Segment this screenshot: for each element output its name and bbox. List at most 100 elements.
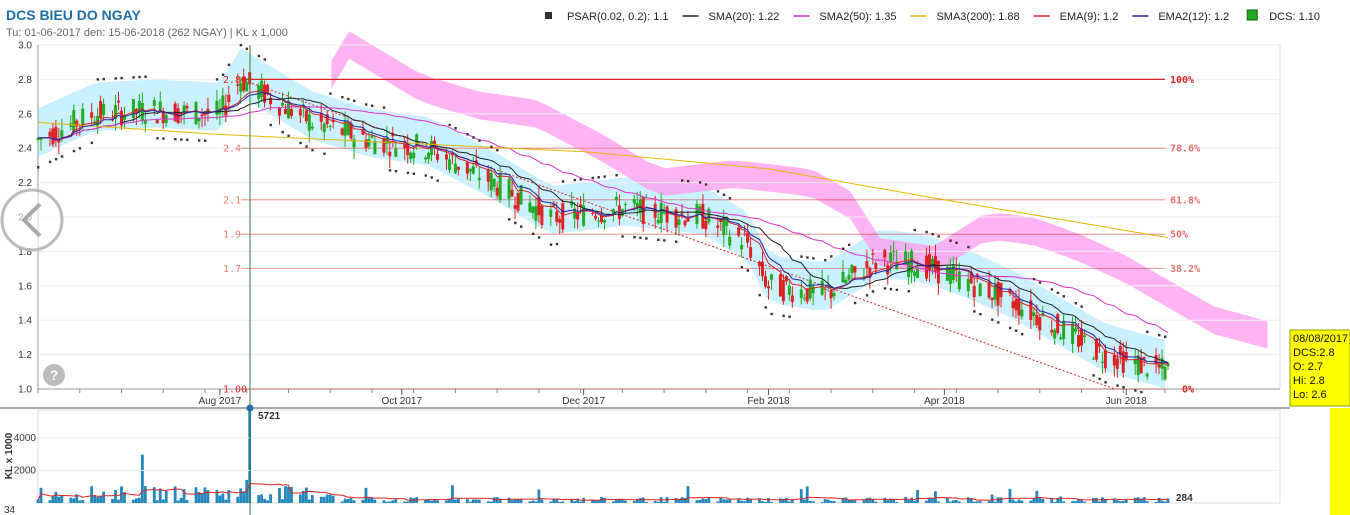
volume-bar	[707, 497, 711, 503]
psar-dot	[364, 103, 368, 106]
previous-button[interactable]	[0, 188, 64, 252]
volume-bar	[507, 497, 511, 503]
volume-bar	[853, 500, 857, 503]
psar-dot	[239, 44, 243, 47]
candle-body	[99, 100, 103, 119]
volume-bar	[287, 486, 290, 503]
price-tick-label: 2.6	[18, 109, 32, 120]
volume-bar	[895, 502, 899, 503]
candle-body	[850, 265, 854, 274]
psar-dot	[353, 99, 356, 103]
chart-title: DCS BIEU DO NGAY	[6, 7, 142, 23]
volume-bar	[555, 499, 559, 503]
volume-bar	[561, 501, 565, 503]
psar-dot	[102, 77, 105, 81]
help-button[interactable]: ?	[43, 364, 65, 386]
volume-bar	[445, 500, 448, 503]
psar-dot	[186, 138, 189, 141]
volume-bar	[1092, 498, 1095, 503]
candle-body	[1014, 299, 1018, 311]
candle-body	[75, 120, 79, 127]
price-tick-label: 1.4	[18, 316, 32, 327]
psar-dot	[782, 314, 785, 317]
volume-bar	[862, 500, 866, 503]
volume-bar	[999, 497, 1003, 503]
volume-bar	[644, 501, 648, 503]
volume-bar	[134, 498, 138, 503]
candle-body	[656, 219, 660, 224]
price-tick-label: 3.0	[18, 41, 32, 52]
volume-bar	[632, 500, 636, 503]
candle-body	[453, 163, 457, 174]
previous-button-ring[interactable]	[0, 188, 64, 252]
fib-ratio-label: 50%	[1170, 230, 1188, 241]
volume-bar	[111, 498, 114, 503]
volume-bar	[364, 487, 368, 503]
psar-dot	[788, 315, 791, 318]
volume-bar	[373, 499, 377, 503]
psar-dot	[1134, 389, 1137, 392]
psar-dot	[287, 134, 290, 137]
psar-dot	[1116, 384, 1119, 387]
candle-body	[283, 108, 287, 114]
psar-dot	[466, 133, 469, 136]
psar-dot	[120, 76, 123, 80]
legend-swatch-6	[1246, 9, 1258, 21]
volume-bar	[1020, 500, 1024, 503]
psar-dot	[496, 149, 499, 152]
candle-body	[844, 279, 848, 284]
volume-bar	[278, 487, 281, 503]
volume-bar	[218, 495, 222, 503]
candle-body	[239, 83, 243, 92]
volume-bar	[886, 500, 890, 503]
psar-dot	[203, 139, 207, 142]
volume-bar	[200, 493, 204, 503]
psar-dot	[347, 97, 350, 101]
volume-bar	[579, 501, 583, 503]
psar-dot	[531, 232, 535, 236]
volume-bar	[826, 499, 830, 503]
candle-body	[307, 114, 311, 131]
volume-bar	[641, 497, 645, 503]
candle-body	[737, 227, 741, 236]
volume-bar	[931, 498, 934, 503]
psar-dot	[412, 172, 416, 175]
candle-body	[743, 233, 747, 235]
candle-body	[1011, 301, 1015, 309]
psar-dot	[490, 145, 493, 149]
candle-body	[510, 189, 514, 197]
fib-ratio-label: 0%	[1182, 385, 1194, 396]
crosshair-marker	[246, 404, 254, 412]
candle-body	[531, 206, 535, 213]
stock-chart: DCS BIEU DO NGAY Tu: 01-06-2017 den: 15-…	[0, 7, 1350, 515]
volume-bar	[194, 487, 198, 503]
candle-body	[990, 297, 994, 301]
psar-dot	[1104, 381, 1107, 384]
psar-dot	[132, 76, 135, 79]
fib-value-label: 1.9	[223, 230, 241, 241]
candle-body	[465, 162, 469, 174]
volume-bar	[1136, 497, 1140, 503]
volume-bar	[328, 494, 332, 503]
date-tick-label: Dec 2017	[562, 396, 605, 407]
volume-bar	[489, 501, 493, 503]
volume-panel: 284 2000 4000KL x 1000 34	[0, 407, 1290, 515]
volume-bar	[307, 499, 311, 503]
psar-dot	[78, 147, 82, 150]
psar-dot	[72, 149, 76, 153]
volume-bar	[1041, 498, 1045, 503]
candle-body	[245, 82, 249, 92]
psar-dot	[382, 106, 386, 109]
volume-bar	[978, 501, 982, 503]
volume-bar	[993, 501, 997, 503]
candle-body	[623, 204, 627, 206]
psar-dot	[215, 78, 219, 81]
volume-bar	[361, 499, 365, 503]
psar-dot	[770, 312, 773, 316]
volume-bar	[823, 499, 827, 503]
volume-bar	[680, 497, 684, 503]
volume-bar	[465, 499, 469, 503]
psar-dot	[180, 138, 183, 141]
volume-bar	[1115, 500, 1119, 503]
psar-dot	[472, 136, 475, 139]
